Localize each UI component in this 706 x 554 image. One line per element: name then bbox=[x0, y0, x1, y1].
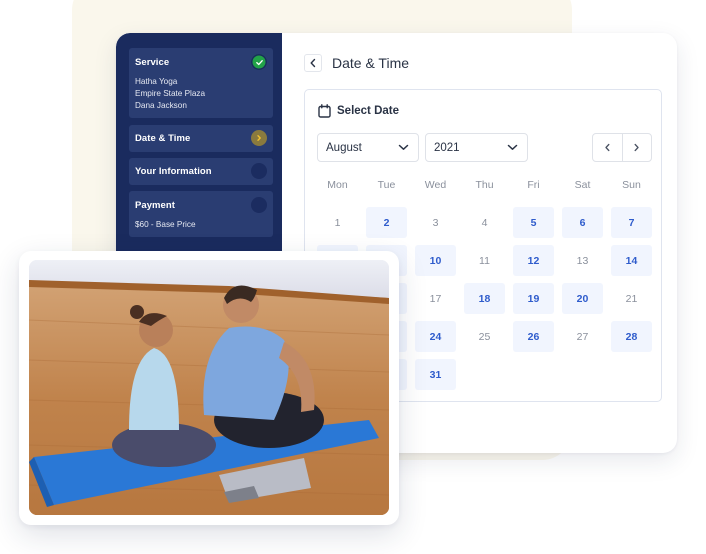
weekday-label: Thu bbox=[475, 179, 494, 191]
day-available[interactable]: 20 bbox=[562, 283, 603, 314]
day-available[interactable]: 12 bbox=[513, 245, 554, 276]
step-payment[interactable]: Payment $60 - Base Price bbox=[129, 191, 273, 237]
step-detail: $60 - Base Price bbox=[135, 220, 196, 229]
page-title: Date & Time bbox=[332, 55, 410, 71]
panel-header: Select Date bbox=[318, 104, 399, 118]
step-title: Date & Time bbox=[135, 133, 191, 144]
calendar-icon bbox=[318, 104, 331, 118]
day-available[interactable]: 2 bbox=[366, 207, 407, 238]
day-unavailable: 1 bbox=[334, 216, 341, 229]
day-available[interactable]: 10 bbox=[415, 245, 456, 276]
day-available[interactable]: 31 bbox=[415, 359, 456, 390]
panel-title: Select Date bbox=[337, 105, 400, 117]
next-month-button[interactable] bbox=[621, 134, 652, 161]
day-unavailable: 25 bbox=[478, 330, 491, 343]
check-icon bbox=[251, 54, 267, 70]
day-unavailable: 11 bbox=[479, 254, 490, 267]
chevron-down-icon bbox=[398, 144, 409, 150]
yoga-couple-photo bbox=[29, 260, 389, 515]
chevron-left-icon bbox=[310, 58, 316, 68]
weekday-label: Fri bbox=[527, 179, 540, 191]
step-your-information[interactable]: Your Information bbox=[129, 158, 273, 185]
day-available[interactable]: 19 bbox=[513, 283, 554, 314]
day-available[interactable]: 14 bbox=[611, 245, 652, 276]
chevron-right-icon bbox=[251, 130, 267, 146]
step-date-time[interactable]: Date & Time bbox=[129, 125, 273, 152]
step-title: Your Information bbox=[135, 166, 212, 177]
chevron-down-icon bbox=[507, 144, 518, 150]
weekday-label: Mon bbox=[327, 179, 348, 191]
chevron-left-icon bbox=[605, 143, 610, 152]
month-select-value: August bbox=[326, 141, 362, 154]
step-title: Payment bbox=[135, 200, 175, 211]
pending-circle-icon bbox=[251, 197, 267, 213]
step-title: Service bbox=[135, 57, 170, 68]
day-unavailable: 27 bbox=[576, 330, 589, 343]
step-service[interactable]: Service Hatha Yoga Empire State Plaza Da… bbox=[129, 48, 273, 118]
weekday-label: Tue bbox=[377, 179, 396, 191]
day-unavailable: 17 bbox=[429, 292, 442, 305]
month-navigation bbox=[592, 133, 652, 162]
step-detail: Hatha Yoga bbox=[135, 77, 178, 86]
back-button[interactable] bbox=[304, 54, 322, 72]
step-detail: Empire State Plaza bbox=[135, 89, 206, 98]
prev-month-button[interactable] bbox=[593, 134, 622, 161]
weekday-label: Sun bbox=[622, 179, 641, 191]
day-unavailable: 4 bbox=[481, 216, 488, 229]
chevron-right-icon bbox=[634, 143, 639, 152]
year-select[interactable]: 2021 bbox=[425, 133, 528, 162]
day-available[interactable]: 24 bbox=[415, 321, 456, 352]
month-select[interactable]: August bbox=[317, 133, 419, 162]
pending-circle-icon bbox=[251, 163, 267, 179]
photo-illustration bbox=[29, 260, 389, 515]
day-unavailable: 3 bbox=[432, 216, 439, 229]
day-available[interactable]: 5 bbox=[513, 207, 554, 238]
photo-card bbox=[19, 251, 399, 525]
day-available[interactable]: 28 bbox=[611, 321, 652, 352]
weekday-label: Sat bbox=[574, 179, 591, 191]
step-detail: Dana Jackson bbox=[135, 101, 187, 110]
day-unavailable: 21 bbox=[625, 292, 638, 305]
day-available[interactable]: 26 bbox=[513, 321, 554, 352]
day-available[interactable]: 6 bbox=[562, 207, 603, 238]
day-unavailable: 13 bbox=[576, 254, 589, 267]
day-available[interactable]: 7 bbox=[611, 207, 652, 238]
year-select-value: 2021 bbox=[434, 141, 460, 154]
day-available[interactable]: 18 bbox=[464, 283, 505, 314]
weekday-label: Wed bbox=[424, 179, 447, 191]
